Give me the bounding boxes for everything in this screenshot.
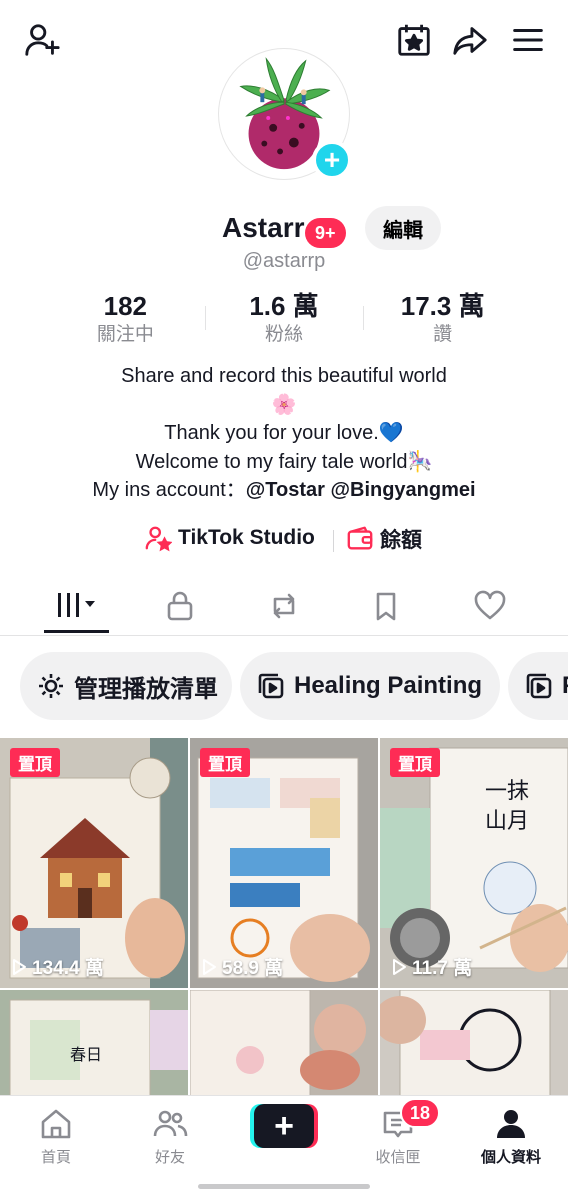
profile-stats: 182 關注中 1.6 萬 粉絲 17.3 萬 讚 bbox=[46, 290, 522, 350]
nav-label: 個人資料 bbox=[480, 1148, 541, 1166]
nav-home[interactable]: 首頁 bbox=[11, 1106, 101, 1167]
plus-icon: + bbox=[254, 1104, 314, 1148]
share-arrow-icon[interactable] bbox=[448, 18, 492, 62]
friends-icon bbox=[153, 1110, 188, 1137]
nav-label: 好友 bbox=[154, 1148, 185, 1166]
playlist-icon bbox=[258, 673, 284, 699]
tiktok-studio-link[interactable]: TikTok Studio bbox=[144, 524, 315, 552]
profile-bio: Share and record this beautiful world 🌸 … bbox=[0, 362, 568, 505]
active-tab-indicator bbox=[44, 630, 109, 633]
stat-value: 17.3 萬 bbox=[400, 291, 485, 321]
video-thumbnail[interactable]: 一抹 山月 置頂 11.7 萬 bbox=[380, 738, 568, 988]
tab-videos[interactable] bbox=[36, 578, 116, 634]
svg-text:春日: 春日 bbox=[70, 1045, 102, 1064]
nav-profile[interactable]: 個人資料 bbox=[466, 1106, 556, 1167]
gear-icon bbox=[39, 674, 63, 698]
play-icon bbox=[13, 958, 26, 975]
pinned-badge: 置頂 bbox=[390, 748, 440, 777]
bio-line: Welcome to my fairy tale world🎠 bbox=[135, 450, 433, 473]
chip-label: P bbox=[562, 672, 568, 700]
notification-badge[interactable]: 9+ bbox=[305, 218, 346, 248]
view-count-label: 11.7 萬 bbox=[412, 958, 473, 979]
view-count-label: 134.4 萬 bbox=[32, 958, 104, 979]
play-icon bbox=[203, 958, 216, 975]
svg-text:山月: 山月 bbox=[485, 809, 529, 834]
svg-text:一抹: 一抹 bbox=[485, 779, 529, 804]
repost-icon bbox=[273, 593, 295, 619]
tab-liked[interactable] bbox=[450, 578, 530, 634]
view-count: 58.9 萬 bbox=[200, 953, 283, 980]
inbox-badge: 18 bbox=[400, 1098, 441, 1128]
create-button[interactable]: + bbox=[250, 1104, 318, 1148]
video-grid: 置頂 134.4 萬 置頂 58.9 萬 一抹 山月 置頂 11.7 萬 春日 bbox=[0, 738, 568, 1098]
stat-likes[interactable]: 17.3 萬 讚 bbox=[363, 290, 522, 350]
calendar-star-icon[interactable] bbox=[392, 18, 436, 62]
video-thumbnail[interactable]: 置頂 58.9 萬 bbox=[190, 738, 378, 988]
pinned-badge: 置頂 bbox=[200, 748, 250, 777]
person-star-icon bbox=[145, 526, 172, 552]
divider bbox=[333, 530, 334, 552]
pinned-badge: 置頂 bbox=[10, 748, 60, 777]
stat-value: 182 bbox=[103, 291, 148, 321]
profile-name-row: Astarr 9+ 編輯 bbox=[0, 206, 568, 250]
hamburger-menu-icon[interactable] bbox=[506, 18, 550, 62]
tab-private[interactable] bbox=[140, 578, 220, 634]
video-thumbnail[interactable]: 置頂 134.4 萬 bbox=[0, 738, 188, 988]
thumbnail-image: 春日 bbox=[0, 990, 188, 1098]
view-count: 11.7 萬 bbox=[390, 953, 472, 980]
nav-friends[interactable]: 好友 bbox=[125, 1106, 215, 1167]
bio-prefix: My ins account： bbox=[92, 479, 246, 501]
chip-label: Healing Painting bbox=[294, 672, 483, 699]
thumbnail-image bbox=[190, 990, 378, 1098]
tab-reposts[interactable] bbox=[244, 578, 324, 634]
bio-line: My ins account：@Tostar @Bingyangmei bbox=[0, 476, 568, 505]
stat-label: 關注中 bbox=[96, 323, 154, 345]
edit-profile-button[interactable]: 編輯 bbox=[365, 206, 441, 250]
stat-followers[interactable]: 1.6 萬 粉絲 bbox=[204, 290, 364, 350]
chip-label: 管理播放清單 bbox=[74, 675, 218, 703]
bio-line: 🌸 bbox=[271, 393, 297, 416]
profile-icon bbox=[497, 1110, 525, 1138]
nav-label: 收信匣 bbox=[375, 1148, 421, 1166]
view-count-label: 58.9 萬 bbox=[222, 958, 284, 979]
wallet-icon bbox=[347, 526, 373, 550]
balance-label: 餘額 bbox=[380, 528, 422, 552]
stat-label: 粉絲 bbox=[265, 323, 304, 345]
video-thumbnail[interactable] bbox=[380, 990, 568, 1098]
profile-links: TikTok Studio 餘額 bbox=[0, 520, 568, 560]
stat-following[interactable]: 182 關注中 bbox=[46, 290, 205, 350]
studio-label: TikTok Studio bbox=[178, 526, 315, 549]
username-handle: @astarrp bbox=[242, 250, 326, 272]
playlist-chip[interactable]: Healing Painting bbox=[240, 652, 500, 720]
video-thumbnail[interactable]: 春日 bbox=[0, 990, 188, 1098]
manage-playlists-chip[interactable]: 管理播放清單 bbox=[20, 652, 232, 720]
profile-tabs bbox=[0, 578, 568, 636]
person-plus-icon[interactable] bbox=[20, 18, 64, 62]
home-indicator bbox=[198, 1184, 370, 1189]
playlist-icon bbox=[526, 673, 552, 699]
view-count: 134.4 萬 bbox=[10, 953, 104, 980]
home-icon bbox=[41, 1109, 71, 1139]
bio-mentions[interactable]: @Tostar @Bingyangmei bbox=[246, 479, 476, 501]
nav-label: 首頁 bbox=[40, 1148, 71, 1166]
display-name: Astarr bbox=[222, 212, 305, 243]
video-thumbnail[interactable] bbox=[190, 990, 378, 1098]
stat-value: 1.6 萬 bbox=[249, 291, 319, 321]
bio-line: Share and record this beautiful world bbox=[121, 365, 447, 387]
add-avatar-button[interactable]: + bbox=[312, 140, 352, 180]
tab-favorites[interactable] bbox=[346, 578, 426, 634]
playlist-chips: 管理播放清單 Healing Painting P bbox=[0, 652, 568, 720]
stat-label: 讚 bbox=[433, 323, 453, 345]
play-icon bbox=[393, 958, 406, 975]
balance-link[interactable]: 餘額 bbox=[346, 524, 422, 554]
bookmark-icon bbox=[376, 592, 396, 621]
avatar-container[interactable]: + bbox=[218, 48, 352, 180]
lock-icon bbox=[167, 591, 193, 621]
playlist-chip[interactable]: P bbox=[508, 652, 568, 720]
bio-line: Thank you for your love.💙 bbox=[164, 422, 404, 444]
heart-icon bbox=[474, 590, 506, 620]
videos-grid-icon bbox=[58, 593, 95, 617]
thumbnail-image bbox=[380, 990, 568, 1098]
